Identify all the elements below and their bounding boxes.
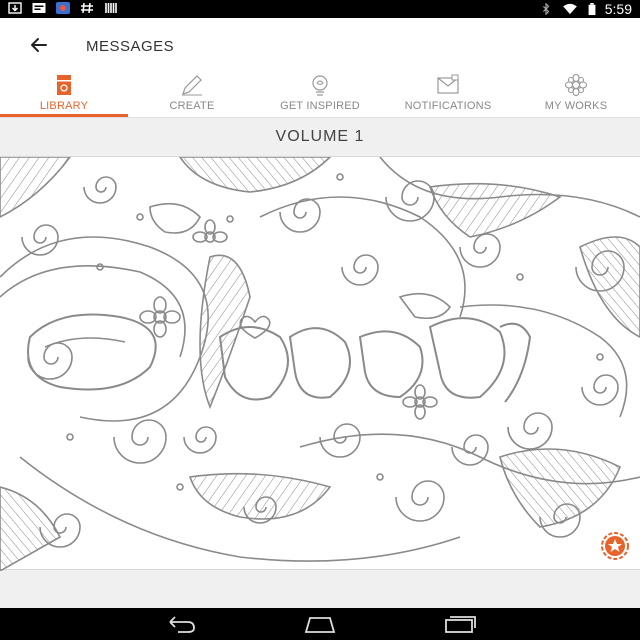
barcode-icon	[105, 3, 117, 13]
tab-label: LIBRARY	[39, 100, 89, 112]
tab-label: MY WORKS	[544, 100, 608, 112]
library-content: VOLUME 1	[0, 118, 640, 608]
wifi-icon	[562, 3, 577, 15]
system-nav-bar	[0, 608, 640, 640]
app-icon	[56, 2, 70, 14]
pencil-icon	[182, 75, 202, 96]
home-nav-icon[interactable]	[300, 612, 340, 636]
tab-label: GET INSPIRED	[280, 100, 360, 112]
flower-icon	[564, 74, 588, 96]
tab-label: CREATE	[169, 100, 215, 112]
download-icon	[8, 2, 22, 14]
status-bar: 5:59	[0, 0, 640, 18]
tab-library[interactable]: LIBRARY	[4, 74, 124, 118]
library-icon	[57, 75, 71, 95]
tab-get-inspired[interactable]: GET INSPIRED	[260, 74, 380, 118]
tab-notifications[interactable]: NOTIFICATIONS	[388, 74, 508, 118]
tab-create[interactable]: CREATE	[132, 74, 252, 118]
envelope-icon	[437, 74, 459, 94]
volume-title: VOLUME 1	[275, 128, 365, 145]
status-right: 5:59	[539, 1, 632, 17]
message-icon	[32, 3, 46, 13]
tab-my-works[interactable]: MY WORKS	[516, 74, 636, 118]
lightbulb-search-icon	[312, 75, 328, 96]
coloring-page-artwork[interactable]	[0, 156, 640, 572]
back-nav-icon[interactable]	[160, 612, 200, 636]
star-badge-icon[interactable]	[598, 529, 632, 563]
status-time: 5:59	[604, 1, 632, 17]
hash-icon	[81, 2, 93, 14]
tab-bar: LIBRARY CREATE GET INSPIRED NOTIFICATION…	[0, 74, 640, 118]
status-left-icons	[8, 2, 118, 14]
recents-nav-icon[interactable]	[440, 612, 480, 636]
page-title: MESSAGES	[86, 38, 175, 55]
back-arrow-icon[interactable]	[26, 32, 52, 58]
battery-icon	[588, 3, 596, 15]
tab-label: NOTIFICATIONS	[404, 100, 492, 112]
bluetooth-icon	[542, 3, 550, 15]
artwork-line-drawing	[0, 156, 640, 572]
app-header: MESSAGES	[0, 18, 640, 74]
